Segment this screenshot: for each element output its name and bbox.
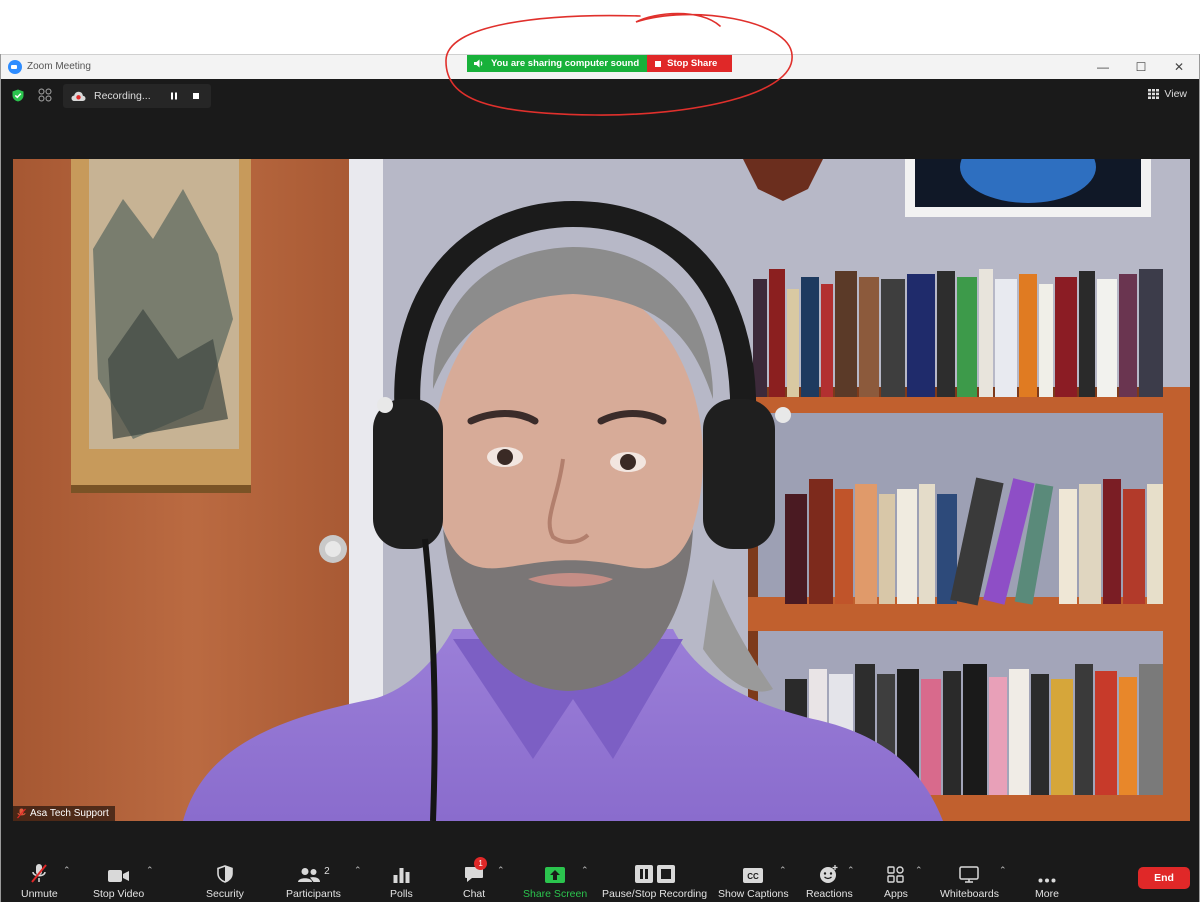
participants-caret-icon[interactable]: ⌃ xyxy=(354,865,362,876)
more-dots-icon xyxy=(1038,878,1056,883)
microphone-muted-icon xyxy=(31,864,48,883)
share-screen-button[interactable]: Share Screen xyxy=(523,861,587,900)
captions-caret-icon[interactable]: ⌃ xyxy=(779,865,787,876)
pause-stop-recording-button[interactable]: Pause/Stop Recording xyxy=(602,861,707,900)
stop-share-label: Stop Share xyxy=(667,58,718,69)
apps-button[interactable]: Apps xyxy=(884,861,908,900)
svg-text:CC: CC xyxy=(748,872,760,881)
share-options-caret-icon[interactable]: ⌃ xyxy=(581,865,589,876)
participant-video[interactable]: Asa Tech Support xyxy=(13,159,1190,821)
chat-button[interactable]: 1 Chat xyxy=(463,857,488,900)
end-meeting-button[interactable]: End xyxy=(1138,867,1190,889)
sharing-status-text: You are sharing computer sound xyxy=(491,58,640,69)
polls-button[interactable]: Polls xyxy=(390,861,413,900)
view-grid-icon xyxy=(1148,89,1160,99)
zoom-meeting-window: Zoom Meeting — ☐ ✕ You are sharing compu… xyxy=(0,54,1200,902)
meeting-info-grid-icon[interactable] xyxy=(38,88,52,102)
pause-stop-recording-label: Pause/Stop Recording xyxy=(602,888,708,900)
security-label: Security xyxy=(206,888,244,900)
participants-label: Participants xyxy=(286,888,341,900)
meeting-toolbar: Unmute ⌃ Stop Video ⌃ Security 2 Partici… xyxy=(1,821,1199,902)
chat-caret-icon[interactable]: ⌃ xyxy=(497,865,505,876)
participants-button[interactable]: 2 Participants xyxy=(286,861,341,900)
share-screen-arrow-icon xyxy=(545,867,566,883)
unmute-button[interactable]: Unmute xyxy=(21,861,58,900)
chat-label: Chat xyxy=(463,888,486,900)
apps-icon xyxy=(887,866,905,883)
stop-video-button[interactable]: Stop Video xyxy=(93,861,144,900)
view-button[interactable]: View xyxy=(1148,88,1187,100)
screenshot-root: Zoom Meeting — ☐ ✕ You are sharing compu… xyxy=(0,0,1200,902)
share-banner: You are sharing computer sound Stop Shar… xyxy=(467,55,733,72)
pause-recording-button[interactable] xyxy=(164,86,184,106)
audio-options-caret-icon[interactable]: ⌃ xyxy=(63,865,71,876)
whiteboard-icon xyxy=(959,866,980,883)
whiteboards-button[interactable]: Whiteboards xyxy=(940,861,999,900)
video-camera-icon xyxy=(107,870,129,882)
window-title: Zoom Meeting xyxy=(27,61,91,72)
encryption-shield-icon[interactable] xyxy=(12,89,24,102)
stop-video-label: Stop Video xyxy=(93,888,145,900)
participant-name: Asa Tech Support xyxy=(30,808,109,819)
sharing-sound-status: You are sharing computer sound xyxy=(467,55,648,72)
more-button[interactable]: More xyxy=(1035,861,1059,900)
apps-label: Apps xyxy=(884,888,908,900)
polls-label: Polls xyxy=(390,888,413,900)
security-button[interactable]: Security xyxy=(206,861,244,900)
recording-label: Recording... xyxy=(94,90,151,102)
maximize-button[interactable]: ☐ xyxy=(1123,57,1159,77)
whiteboards-label: Whiteboards xyxy=(940,888,999,900)
stop-icon xyxy=(193,93,199,99)
unmute-label: Unmute xyxy=(21,888,58,900)
minimize-button[interactable]: — xyxy=(1085,57,1121,77)
video-feed-image xyxy=(13,159,1190,821)
video-options-caret-icon[interactable]: ⌃ xyxy=(146,865,154,876)
reactions-caret-icon[interactable]: ⌃ xyxy=(847,865,855,876)
meeting-top-bar: Recording... View xyxy=(1,79,1199,114)
reactions-button[interactable]: Reactions xyxy=(806,861,853,900)
view-label: View xyxy=(1164,88,1187,100)
close-button[interactable]: ✕ xyxy=(1161,57,1197,77)
stop-square-icon xyxy=(655,60,662,67)
more-label: More xyxy=(1035,888,1059,900)
share-screen-label: Share Screen xyxy=(523,888,588,900)
participants-icon xyxy=(298,868,321,882)
pause-icon xyxy=(171,92,177,100)
show-captions-label: Show Captions xyxy=(718,888,789,900)
muted-mic-icon xyxy=(17,808,26,819)
participant-name-tag: Asa Tech Support xyxy=(13,806,115,821)
reactions-label: Reactions xyxy=(806,888,853,900)
recording-indicator: Recording... xyxy=(63,84,211,108)
closed-captions-icon: CC xyxy=(743,868,764,883)
speaker-icon xyxy=(474,59,483,68)
zoom-logo-icon xyxy=(8,60,22,74)
cloud-recording-icon xyxy=(71,91,86,101)
chat-unread-badge: 1 xyxy=(474,857,488,870)
apps-caret-icon[interactable]: ⌃ xyxy=(915,865,923,876)
polls-chart-icon xyxy=(393,868,410,883)
smiley-reaction-icon xyxy=(820,865,838,883)
whiteboards-caret-icon[interactable]: ⌃ xyxy=(999,865,1007,876)
stop-share-button[interactable]: Stop Share xyxy=(647,55,733,72)
pause-stop-icon xyxy=(634,865,675,883)
stop-recording-button[interactable] xyxy=(186,86,206,106)
participants-count: 2 xyxy=(324,866,330,877)
title-bar: Zoom Meeting — ☐ ✕ You are sharing compu… xyxy=(1,54,1199,79)
shield-icon xyxy=(217,865,233,883)
